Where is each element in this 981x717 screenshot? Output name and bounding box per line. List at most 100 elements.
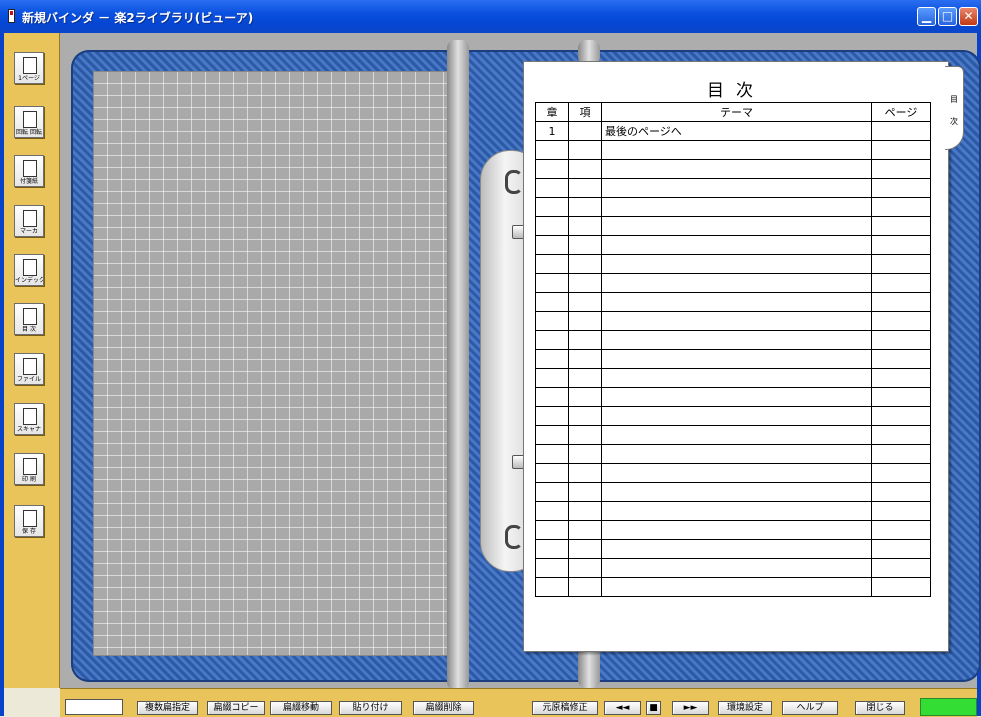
help-button[interactable]: ヘルプ (782, 701, 838, 715)
empty-cell (568, 539, 602, 559)
page-number-input[interactable] (65, 699, 123, 715)
stop-button[interactable]: ■ (646, 701, 661, 715)
empty-cell (568, 178, 602, 198)
empty-cell (871, 235, 931, 255)
file-tool[interactable]: ファイル (14, 353, 44, 385)
empty-cell (601, 292, 872, 312)
toc-empty-row[interactable] (535, 539, 931, 559)
maximize-button[interactable]: □ (938, 7, 957, 26)
toc-empty-row[interactable] (535, 159, 931, 179)
empty-cell (871, 463, 931, 483)
toc-empty-row[interactable] (535, 368, 931, 388)
toc-empty-row[interactable] (535, 140, 931, 160)
next-page-button[interactable]: ►► (672, 701, 709, 715)
toc-empty-row[interactable] (535, 254, 931, 274)
page-move-button[interactable]: 扁綴移動 (270, 701, 332, 715)
save-icon (23, 510, 37, 527)
toc-empty-row[interactable] (535, 558, 931, 578)
section-cell (568, 121, 602, 141)
scanner-icon (23, 408, 37, 425)
toc-empty-row[interactable] (535, 178, 931, 198)
empty-cell (601, 349, 872, 369)
rotate-tool[interactable]: 回転 回転 (14, 106, 44, 138)
scanner-tool[interactable]: スキャナ (14, 403, 44, 435)
toc-empty-row[interactable] (535, 197, 931, 217)
sticky-note-icon (23, 160, 37, 177)
toc-empty-row[interactable] (535, 235, 931, 255)
toc-empty-row[interactable] (535, 387, 931, 407)
toc-empty-row[interactable] (535, 482, 931, 502)
toc-empty-row[interactable] (535, 577, 931, 597)
empty-cell (568, 197, 602, 217)
paste-button[interactable]: 貼り付け (339, 701, 402, 715)
page-icon (23, 57, 37, 74)
empty-cell (871, 273, 931, 293)
empty-cell (568, 482, 602, 502)
tool-label: 回転 回転 (16, 129, 42, 136)
empty-cell (535, 558, 569, 578)
empty-cell (535, 387, 569, 407)
tab-label-char: 次 (950, 117, 958, 126)
empty-cell (871, 406, 931, 426)
toc-empty-row[interactable] (535, 463, 931, 483)
empty-cell (601, 254, 872, 274)
toc-empty-row[interactable] (535, 425, 931, 445)
left-page[interactable] (93, 71, 451, 656)
empty-cell (601, 368, 872, 388)
empty-cell (568, 216, 602, 236)
tool-label: スキャナ (16, 426, 41, 433)
empty-cell (535, 273, 569, 293)
empty-cell (535, 311, 569, 331)
save-tool[interactable]: 保 存 (14, 505, 44, 537)
one-page-tool[interactable]: 1ページ (14, 52, 44, 84)
index-tool[interactable]: インデックス (14, 254, 44, 286)
toc-empty-row[interactable] (535, 501, 931, 521)
tool-label: 付箋紙 (19, 178, 38, 185)
toc-empty-row[interactable] (535, 444, 931, 464)
empty-cell (568, 349, 602, 369)
empty-cell (601, 444, 872, 464)
empty-cell (535, 425, 569, 445)
page-copy-button[interactable]: 扁綴コピー (207, 701, 265, 715)
marker-tool[interactable]: マーカ (14, 205, 44, 237)
print-tool[interactable]: 印 刷 (14, 453, 44, 485)
empty-cell (568, 463, 602, 483)
empty-cell (535, 501, 569, 521)
toc-table: 章 項 テーマ ページ 1 最後のページへ (535, 102, 931, 597)
toc-index-tab[interactable]: 目 次 (945, 66, 964, 150)
toc-empty-row[interactable] (535, 330, 931, 350)
empty-cell (568, 292, 602, 312)
empty-cell (871, 558, 931, 578)
empty-cell (871, 178, 931, 198)
close-window-button[interactable]: ✕ (959, 7, 978, 26)
empty-cell (871, 368, 931, 388)
empty-cell (871, 292, 931, 312)
multi-page-select-button[interactable]: 複数扁指定 (137, 701, 198, 715)
toc-empty-row[interactable] (535, 311, 931, 331)
toc-tool[interactable]: 目 次 (14, 303, 44, 335)
settings-button[interactable]: 環境設定 (718, 701, 772, 715)
empty-cell (601, 463, 872, 483)
source-edit-button[interactable]: 元原稿修正 (532, 701, 598, 715)
empty-cell (535, 444, 569, 464)
empty-cell (871, 159, 931, 179)
toc-empty-row[interactable] (535, 216, 931, 236)
toc-empty-row[interactable] (535, 292, 931, 312)
empty-cell (568, 254, 602, 274)
prev-page-button[interactable]: ◄◄ (604, 701, 641, 715)
toc-row[interactable]: 1 最後のページへ (535, 121, 931, 141)
minimize-button[interactable]: ▁ (917, 7, 936, 26)
page-delete-button[interactable]: 扁綴削除 (413, 701, 474, 715)
toc-empty-row[interactable] (535, 349, 931, 369)
sticky-note-tool[interactable]: 付箋紙 (14, 155, 44, 187)
toc-empty-row[interactable] (535, 273, 931, 293)
empty-cell (601, 482, 872, 502)
empty-cell (601, 330, 872, 350)
empty-cell (568, 330, 602, 350)
toc-empty-row[interactable] (535, 406, 931, 426)
toc-empty-row[interactable] (535, 520, 931, 540)
empty-cell (871, 216, 931, 236)
empty-cell (871, 425, 931, 445)
rotate-icon (23, 111, 37, 128)
close-button[interactable]: 閉じる (855, 701, 905, 715)
